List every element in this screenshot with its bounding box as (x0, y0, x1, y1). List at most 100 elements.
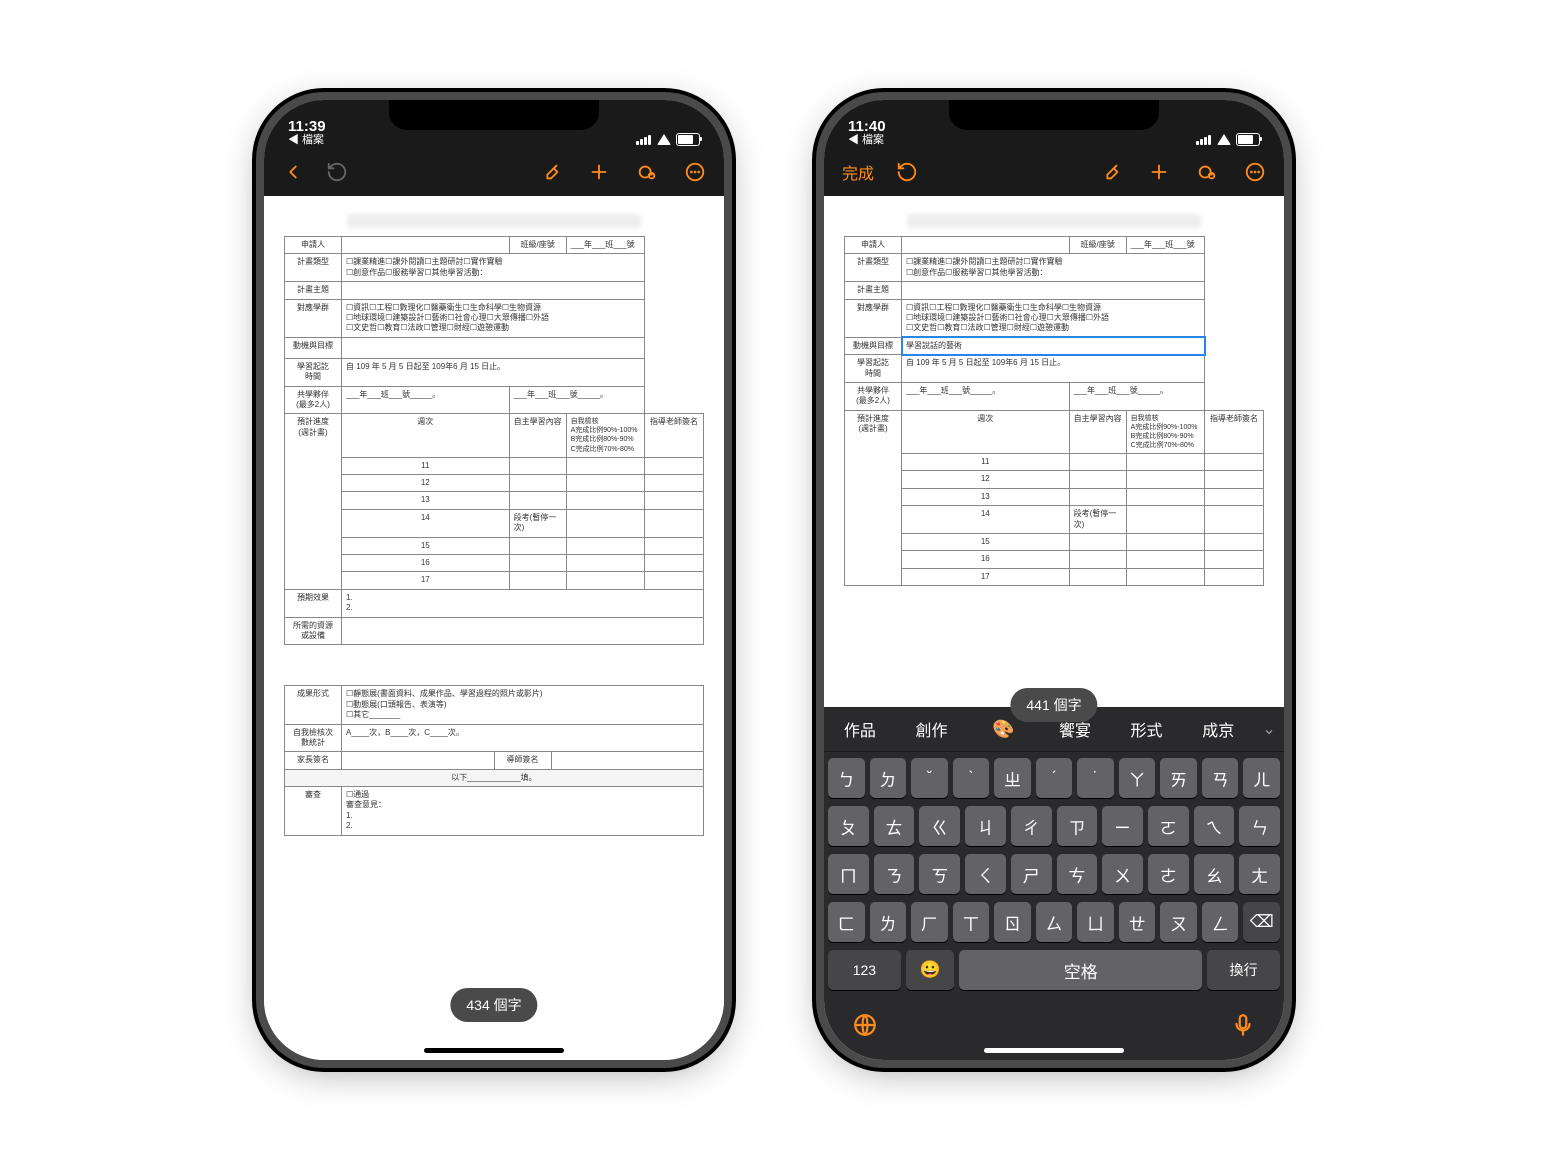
key[interactable]: ㄒ (953, 902, 990, 942)
key[interactable]: ㄘ (1057, 854, 1098, 894)
status-back-to-app[interactable]: ◀ 檔案 (288, 135, 326, 146)
key[interactable]: ㄟ (1194, 806, 1235, 846)
lbl-class: 班級/座號 (509, 237, 566, 254)
form-table: 申請人班級/座號___年___班___號 計畫類型☐課業精進☐課外閱讀☐主題研討… (844, 236, 1264, 586)
battery-icon (676, 133, 700, 146)
key[interactable]: ㄨ (1102, 854, 1143, 894)
wifi-icon (656, 134, 671, 145)
key-return[interactable]: 換行 (1207, 950, 1280, 990)
key[interactable]: ㄇ (828, 854, 869, 894)
word-count-pill: 441 個字 (1010, 688, 1097, 722)
key[interactable]: ㄊ (874, 806, 915, 846)
key[interactable]: ㄚ (1119, 758, 1156, 798)
key[interactable]: ㄓ (994, 758, 1031, 798)
undo-icon[interactable] (896, 161, 918, 183)
share-icon[interactable] (636, 161, 658, 183)
key[interactable]: ㄝ (1119, 902, 1156, 942)
val-plan-type[interactable]: ☐課業精進☐課外閱讀☐主題研討☐實作實驗 ☐創意作品☐服務學習☐其他學習活動： (342, 254, 645, 282)
key[interactable]: ㄏ (911, 902, 948, 942)
more-icon[interactable] (1244, 161, 1266, 183)
key[interactable]: ㄑ (965, 854, 1006, 894)
lbl-expect: 預期效果 (285, 589, 342, 617)
key-123[interactable]: 123 (828, 950, 901, 990)
plus-icon[interactable] (588, 161, 610, 183)
suggestion[interactable]: 形式 (1111, 717, 1183, 741)
document-canvas[interactable]: 申請人班級/座號___年___班___號 計畫類型☐課業精進☐課外閱讀☐主題研討… (824, 196, 1284, 1060)
chevron-down-icon[interactable]: ⌄ (1254, 719, 1284, 739)
key[interactable]: ㄠ (1194, 854, 1235, 894)
key[interactable]: ㄅ (828, 758, 865, 798)
key[interactable]: ㄔ (1011, 806, 1052, 846)
key[interactable]: ㄗ (1057, 806, 1098, 846)
lbl-schedule: 預計進度 (週計畫) (285, 414, 342, 590)
status-indicators (1196, 133, 1260, 146)
key[interactable]: ㄥ (1202, 902, 1239, 942)
val-period[interactable]: 自 109 年 5 月 5 日起至 109年6 月 15 日止。 (342, 358, 645, 386)
key[interactable]: ㄈ (828, 902, 865, 942)
status-indicators (636, 133, 700, 146)
key[interactable]: ㄎ (919, 854, 960, 894)
lbl-resource: 所需的資源 或設備 (285, 617, 342, 645)
key[interactable]: ㄤ (1239, 854, 1280, 894)
more-icon[interactable] (684, 161, 706, 183)
home-indicator[interactable] (424, 1048, 564, 1053)
suggestion[interactable]: 創作 (896, 717, 968, 741)
key[interactable]: ㄜ (1148, 854, 1189, 894)
key[interactable]: ㄕ (1011, 854, 1052, 894)
phone-right: 11:40 ◀ 檔案 完成 (824, 100, 1284, 1060)
key-emoji[interactable]: 😀 (906, 950, 955, 990)
back-icon[interactable] (282, 161, 304, 183)
toolbar: 完成 (824, 148, 1284, 196)
key[interactable]: ㄣ (1239, 806, 1280, 846)
doc-title-redacted (907, 214, 1201, 228)
notch (389, 100, 599, 130)
key[interactable]: ㄙ (1036, 902, 1073, 942)
key[interactable]: ˋ (953, 758, 990, 798)
kb-row-2: ㄆㄊㄍㄐㄔㄗㄧㄛㄟㄣ (828, 806, 1280, 846)
status-time: 11:40 (848, 119, 886, 134)
key-backspace[interactable]: ⌫ (1243, 902, 1280, 942)
kb-row-3: ㄇㄋㄎㄑㄕㄘㄨㄜㄠㄤ (828, 854, 1280, 894)
key[interactable]: ㄛ (1148, 806, 1189, 846)
suggestion[interactable]: 作品 (824, 717, 896, 741)
undo-icon[interactable] (326, 161, 348, 183)
val-group[interactable]: ☐資訊☐工程☐數理化☐醫藥衛生☐生命科學☐生物資源 ☐地球環境☐建築設計☐藝術☐… (342, 299, 645, 337)
keyboard: 作品 創作 🎨 饗宴 形式 成京 ⌄ ㄅㄉˇˋㄓˊ˙ㄚㄞㄢㄦ ㄆㄊㄍㄐㄔㄗㄧㄛㄟ… (824, 707, 1284, 1060)
key[interactable]: ㄖ (994, 902, 1031, 942)
key[interactable]: ㄩ (1077, 902, 1114, 942)
key[interactable]: ㄐ (965, 806, 1006, 846)
key[interactable]: ˇ (911, 758, 948, 798)
key[interactable]: ㄆ (828, 806, 869, 846)
editing-cell[interactable]: 學習說話的藝術 (902, 337, 1205, 354)
globe-icon[interactable] (852, 1012, 878, 1038)
suggestion[interactable]: 成京 (1182, 717, 1254, 741)
key[interactable]: ˊ (1036, 758, 1073, 798)
lbl-partner: 共學夥伴 (最多2人) (285, 386, 342, 414)
lbl-period: 學習起訖 時間 (285, 358, 342, 386)
mic-icon[interactable] (1230, 1012, 1256, 1038)
plus-icon[interactable] (1148, 161, 1170, 183)
lbl-plan-type: 計畫類型 (285, 254, 342, 282)
done-button[interactable]: 完成 (842, 160, 874, 184)
key[interactable]: ㄍ (919, 806, 960, 846)
kb-row-1: ㄅㄉˇˋㄓˊ˙ㄚㄞㄢㄦ (828, 758, 1280, 798)
lbl-plan-topic: 計畫主題 (285, 282, 342, 299)
key-space[interactable]: 空格 (959, 950, 1202, 990)
key[interactable]: ㄞ (1160, 758, 1197, 798)
key[interactable]: ㄋ (874, 854, 915, 894)
document-canvas[interactable]: 申請人班級/座號___年___班___號 計畫類型☐課業精進☐課外閱讀☐主題研討… (264, 196, 724, 1060)
home-indicator[interactable] (984, 1048, 1124, 1053)
key[interactable]: ㄉ (870, 758, 907, 798)
brush-icon[interactable] (540, 161, 562, 183)
key[interactable]: ˙ (1077, 758, 1114, 798)
key[interactable]: ㄦ (1243, 758, 1280, 798)
val-class[interactable]: ___年___班___號 (566, 237, 644, 254)
key[interactable]: ㄌ (870, 902, 907, 942)
status-back-to-app[interactable]: ◀ 檔案 (848, 135, 886, 146)
share-icon[interactable] (1196, 161, 1218, 183)
key[interactable]: ㄢ (1202, 758, 1239, 798)
form-table-2: 成果形式☐靜態展(書面資料、成果作品、學習過程的照片或影片) ☐動態展(口頭報告… (284, 685, 704, 835)
brush-icon[interactable] (1100, 161, 1122, 183)
key[interactable]: ㄧ (1102, 806, 1143, 846)
key[interactable]: ㄡ (1160, 902, 1197, 942)
